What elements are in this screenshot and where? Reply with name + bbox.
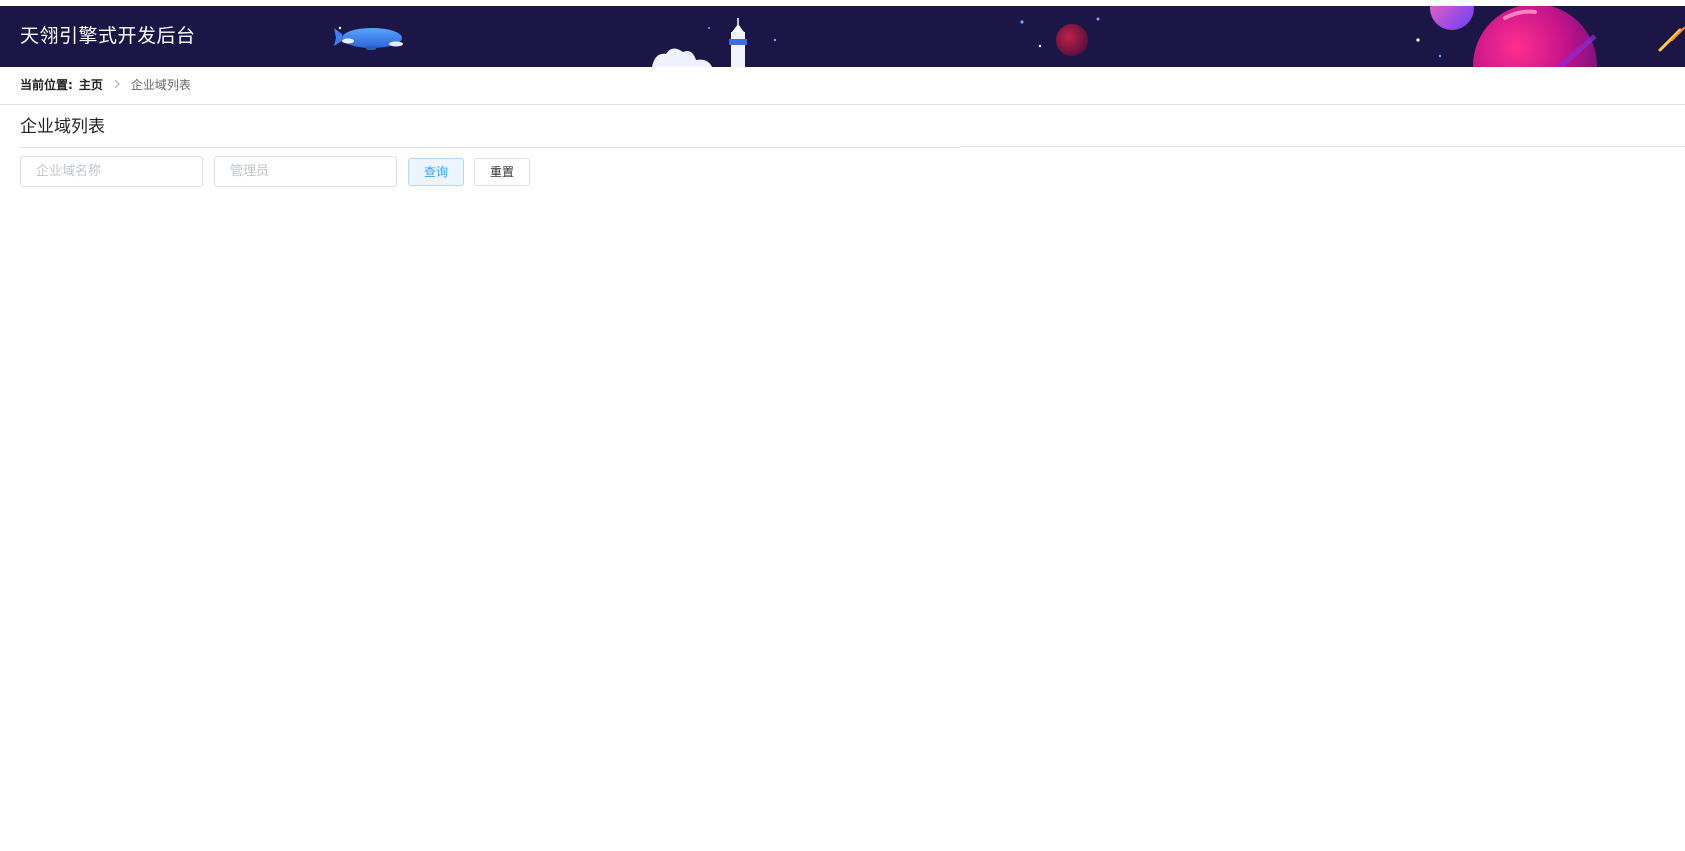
breadcrumb: 当前位置: 主页 企业域列表 [20, 74, 191, 94]
comet-icon [1658, 27, 1685, 52]
page-title: 企业域列表 [20, 117, 105, 137]
domain-name-input[interactable] [20, 156, 203, 187]
chevron-right-icon [113, 79, 121, 89]
query-button[interactable]: 查询 [408, 158, 464, 186]
breadcrumb-divider [0, 104, 1685, 105]
app-title: 天翎引擎式开发后台 [20, 25, 196, 47]
lighthouse-icon [652, 18, 747, 67]
breadcrumb-home-link[interactable]: 主页 [79, 76, 103, 93]
planet-small-icon [1056, 24, 1088, 56]
planet-large-icon [1473, 6, 1597, 67]
stars-icon [338, 17, 1442, 58]
app-header: 天翎引擎式开发后台 [0, 6, 1685, 67]
header-banner-illustration [334, 6, 1685, 67]
breadcrumb-current: 企业域列表 [130, 77, 191, 92]
admin-input[interactable] [214, 156, 397, 187]
blimp-icon [334, 28, 403, 50]
breadcrumb-prefix: 当前位置: [20, 77, 73, 92]
title-divider-right [960, 146, 1685, 147]
reset-button[interactable]: 重置 [474, 158, 530, 186]
planet-top-icon [1430, 6, 1474, 30]
title-divider [20, 147, 960, 148]
